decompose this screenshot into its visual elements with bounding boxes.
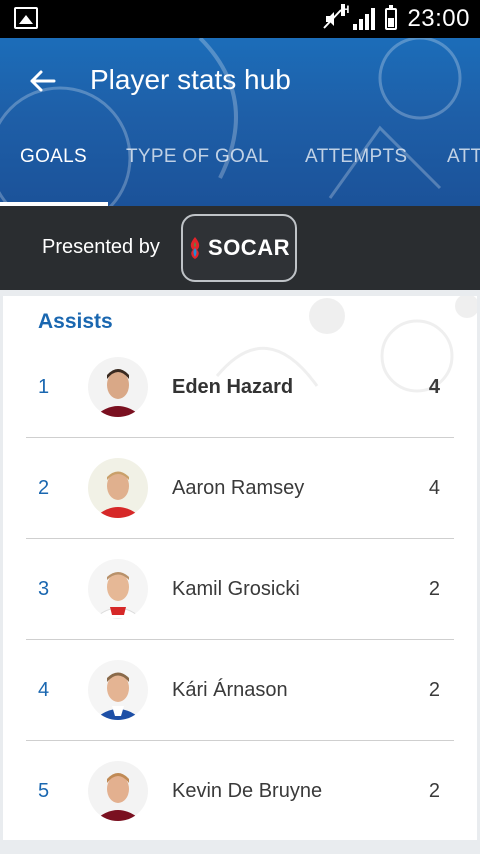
player-avatar [88,761,148,821]
tab-attempts[interactable]: ATTEMPTS [305,146,407,168]
section-title: Assists [38,310,113,333]
player-row[interactable]: 4 Kári Árnason 2 [26,640,454,741]
player-rank: 4 [38,679,50,701]
status-bar: H 23:00 [0,0,480,38]
player-rank: 3 [38,578,50,600]
player-rank: 2 [38,477,50,499]
arrow-left-icon [30,70,56,92]
tab-att[interactable]: ATT [447,146,480,168]
battery-icon [385,5,398,30]
signal-icon: H [341,4,376,30]
back-button[interactable] [22,64,62,98]
assists-card: Assists 1 Eden Hazard 4 2 Aaron Ramsey 4… [3,296,477,840]
player-name: Aaron Ramsey [172,477,305,499]
player-assists: 2 [428,578,440,600]
player-rank: 1 [38,376,50,398]
player-assists: 2 [428,679,440,701]
app-header: Player stats hub GOALS TYPE OF GOAL ATTE… [0,38,480,206]
socar-logo[interactable]: SOCAR [181,214,297,282]
player-assists: 2 [428,780,440,802]
page-title: Player stats hub [90,64,291,95]
flame-icon [190,237,200,259]
tab-type-of-goal[interactable]: TYPE OF GOAL [126,146,269,168]
player-rank: 5 [38,780,50,802]
player-row[interactable]: 5 Kevin De Bruyne 2 [26,741,454,840]
tab-bar: GOALS TYPE OF GOAL ATTEMPTS ATT [0,124,480,206]
gallery-icon [14,7,38,29]
player-name: Eden Hazard [172,376,294,398]
player-row[interactable]: 3 Kamil Grosicki 2 [26,539,454,640]
tab-goals[interactable]: GOALS [20,146,87,168]
status-time: 23:00 [407,5,470,32]
player-avatar [88,357,148,417]
player-row[interactable]: 1 Eden Hazard 4 [26,337,454,438]
sponsor-brand: SOCAR [208,235,290,260]
sponsor-banner: Presented by SOCAR [0,206,480,290]
network-type-label: H [341,4,350,16]
presented-by-label: Presented by [42,236,160,258]
player-assists: 4 [428,477,440,499]
player-name: Kamil Grosicki [172,578,300,600]
player-assists: 4 [428,376,440,398]
player-name: Kári Árnason [172,679,288,701]
player-avatar [88,660,148,720]
player-row[interactable]: 2 Aaron Ramsey 4 [26,438,454,539]
player-name: Kevin De Bruyne [172,780,323,802]
mute-icon [321,8,343,30]
player-avatar [88,458,148,518]
player-avatar [88,559,148,619]
